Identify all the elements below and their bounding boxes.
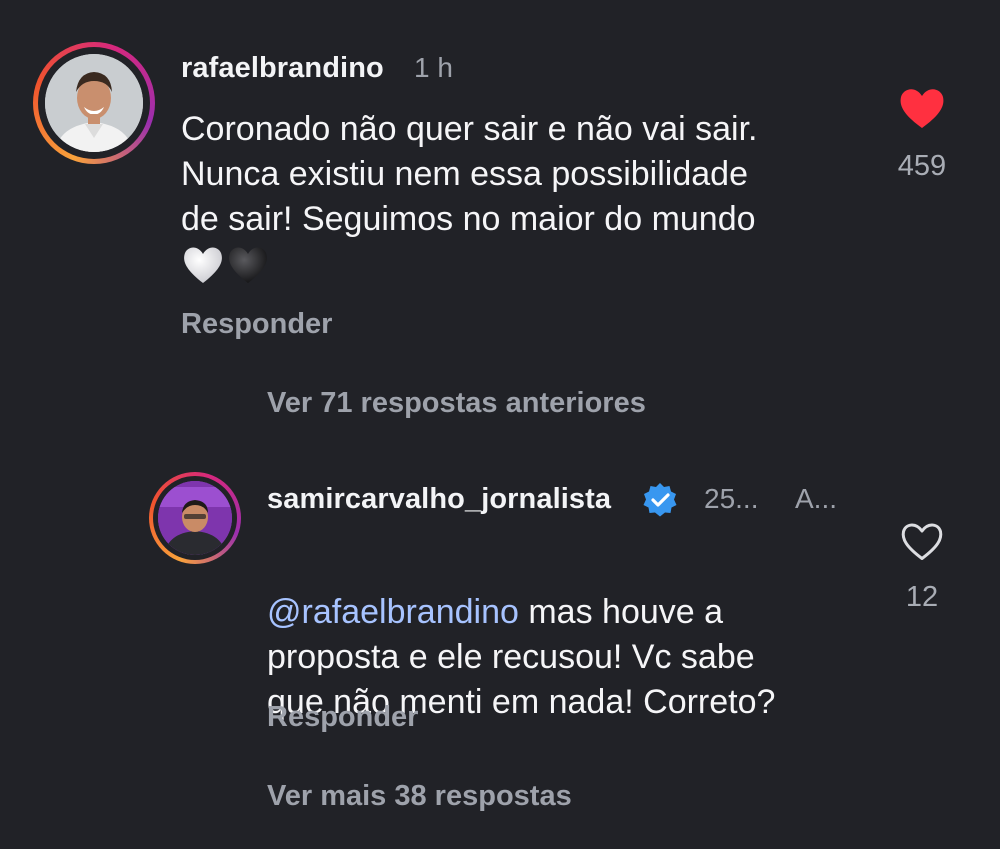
like-count: 459: [897, 150, 947, 182]
reply-meta-extra: A...: [795, 483, 838, 514]
comment-timestamp: 1 h: [414, 52, 453, 83]
avatar: [45, 54, 143, 152]
comments-thread: rafaelbrandino 1 h Coronado não quer sai…: [0, 0, 1000, 849]
reply-text-first-line: mas houve a: [518, 593, 724, 631]
heart-icon[interactable]: [898, 86, 946, 130]
verified-badge-icon: [643, 483, 677, 517]
reply-button[interactable]: Responder: [267, 701, 418, 734]
heart-outline-icon[interactable]: [899, 520, 945, 562]
white-heart-emoji: [184, 247, 222, 283]
reply-button[interactable]: Responder: [181, 308, 332, 341]
comment-username[interactable]: rafaelbrandino: [181, 52, 384, 85]
avatar-story-ring[interactable]: [149, 472, 241, 564]
like-count: 12: [905, 581, 939, 613]
avatar-story-ring[interactable]: [33, 42, 155, 164]
view-more-replies-link[interactable]: Ver mais 38 respostas: [267, 780, 572, 813]
comment-text: Coronado não quer sair e não vai sair. N…: [181, 110, 758, 238]
reply-username[interactable]: samircarvalho_jornalista: [267, 483, 611, 516]
reply-text: @rafaelbrandino mas houve a proposta e e…: [267, 545, 887, 770]
avatar: [158, 481, 232, 555]
view-previous-replies-link[interactable]: Ver 71 respostas anteriores: [267, 387, 646, 420]
mention-link[interactable]: @rafaelbrandino: [267, 593, 519, 631]
black-heart-emoji: [229, 247, 267, 283]
reply-timestamp: 25...: [704, 483, 759, 514]
